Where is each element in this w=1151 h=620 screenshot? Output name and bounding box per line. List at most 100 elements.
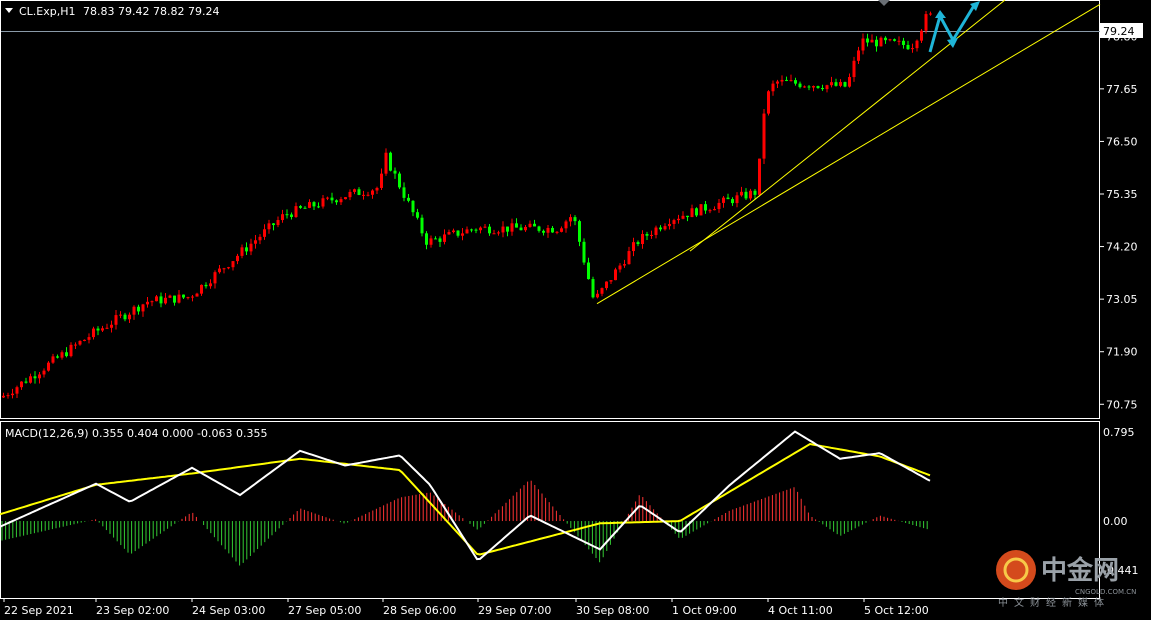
candle-body xyxy=(708,210,712,212)
candle-body xyxy=(6,395,10,397)
candle-body xyxy=(821,87,824,90)
candle-body xyxy=(573,217,577,222)
symbol-label: CL.Exp,H1 xyxy=(19,5,76,18)
candle-body xyxy=(753,190,757,195)
candle-body xyxy=(375,187,379,191)
candle-body xyxy=(321,198,325,207)
candle-body xyxy=(672,220,676,224)
arrow-head-icon xyxy=(935,10,946,18)
candle-body xyxy=(906,44,910,50)
price-chart[interactable]: CL.Exp,H1 78.83 79.42 78.82 79.24 78.807… xyxy=(0,0,1151,620)
price-tick-label: 71.90 xyxy=(1106,346,1138,359)
candle-body xyxy=(722,197,725,203)
watermark-domain: CNGOLD.COM.CN xyxy=(1075,588,1136,596)
candle-body xyxy=(186,297,190,299)
candles-layer xyxy=(2,11,932,399)
candle-body xyxy=(60,352,64,358)
candle-body xyxy=(519,227,523,231)
candle-body xyxy=(195,293,199,297)
candle-body xyxy=(96,328,100,331)
candle-body xyxy=(830,82,833,86)
candle-body xyxy=(659,227,662,230)
macd-tick-label: 0.00 xyxy=(1103,515,1128,528)
cngold-watermark: 中金网 CNGOLD.COM.CN 中文财经新媒体 xyxy=(996,550,1136,609)
current-price-value: 79.24 xyxy=(1103,25,1135,38)
candle-body xyxy=(78,340,82,345)
candle-body xyxy=(569,217,572,222)
candle-body xyxy=(636,242,640,245)
time-tick-label: 24 Sep 03:00 xyxy=(192,604,265,617)
trendline[interactable] xyxy=(596,3,1101,305)
candle-body xyxy=(650,234,653,236)
candle-body xyxy=(33,376,37,379)
candle-body xyxy=(803,86,806,88)
candle-body xyxy=(542,230,545,233)
candle-body xyxy=(299,206,302,208)
candle-body xyxy=(155,296,158,302)
trendlines-layer[interactable] xyxy=(596,0,1101,305)
candle-body xyxy=(114,315,118,325)
candle-body xyxy=(146,301,149,305)
candle-body xyxy=(231,261,235,268)
candle-body xyxy=(843,82,847,87)
candle-body xyxy=(533,223,536,227)
candle-body xyxy=(681,215,685,219)
candle-body xyxy=(312,202,316,207)
candle-body xyxy=(209,283,212,287)
candle-body xyxy=(560,228,563,232)
candle-body xyxy=(11,393,14,396)
candle-body xyxy=(420,217,424,234)
candle-body xyxy=(920,30,923,41)
candle-body xyxy=(879,37,883,47)
candle-body xyxy=(398,173,401,188)
trendline[interactable] xyxy=(689,0,1006,252)
candle-body xyxy=(258,236,262,241)
price-tick-label: 73.05 xyxy=(1106,293,1138,306)
candle-body xyxy=(861,38,865,51)
candle-body xyxy=(695,208,698,216)
candle-body xyxy=(15,387,19,394)
candle-body xyxy=(731,199,734,204)
candle-body xyxy=(600,288,604,294)
candle-body xyxy=(51,356,55,363)
candle-body xyxy=(425,233,428,245)
candle-body xyxy=(74,344,77,346)
candle-body xyxy=(816,86,820,88)
candle-body xyxy=(798,83,802,88)
candle-body xyxy=(330,197,334,201)
candle-body xyxy=(812,86,815,88)
candle-body xyxy=(191,296,194,298)
macd-pane[interactable] xyxy=(0,421,1100,599)
candle-body xyxy=(24,381,28,383)
candle-body xyxy=(267,223,271,230)
dropdown-icon[interactable] xyxy=(5,8,13,13)
candle-body xyxy=(137,306,140,312)
candle-body xyxy=(717,202,721,210)
candle-body xyxy=(663,226,667,230)
candle-body xyxy=(461,233,464,236)
main-pane[interactable] xyxy=(0,0,1100,419)
candle-body xyxy=(740,191,743,196)
candle-body xyxy=(389,152,392,171)
candle-body xyxy=(204,284,208,287)
candle-body xyxy=(582,241,586,263)
scroll-marker-icon[interactable] xyxy=(878,0,890,6)
candle-body xyxy=(618,265,622,270)
time-tick-label: 23 Sep 02:00 xyxy=(96,604,169,617)
time-tick-label: 4 Oct 11:00 xyxy=(768,604,833,617)
macd-histogram xyxy=(1,480,928,566)
candle-body xyxy=(2,395,5,398)
candle-body xyxy=(794,80,797,84)
candle-body xyxy=(825,85,829,90)
candle-body xyxy=(699,204,703,216)
candle-body xyxy=(353,189,356,192)
candle-body xyxy=(236,255,239,262)
macd-label: MACD(12,26,9) 0.355 0.404 0.000 -0.063 0… xyxy=(5,427,267,440)
time-tick-label: 1 Oct 09:00 xyxy=(672,604,737,617)
candle-body xyxy=(92,328,95,338)
candle-body xyxy=(101,328,104,331)
candle-body xyxy=(150,301,154,303)
candle-body xyxy=(105,327,109,329)
candle-body xyxy=(614,269,617,281)
candle-body xyxy=(591,279,595,298)
